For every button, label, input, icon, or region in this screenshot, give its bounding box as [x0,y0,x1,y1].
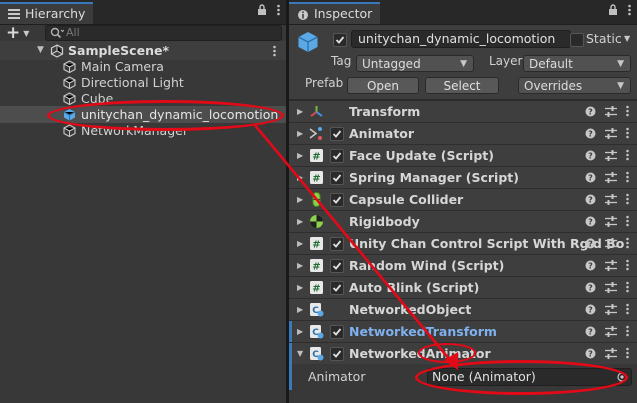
annotation-arrow [252,123,458,370]
